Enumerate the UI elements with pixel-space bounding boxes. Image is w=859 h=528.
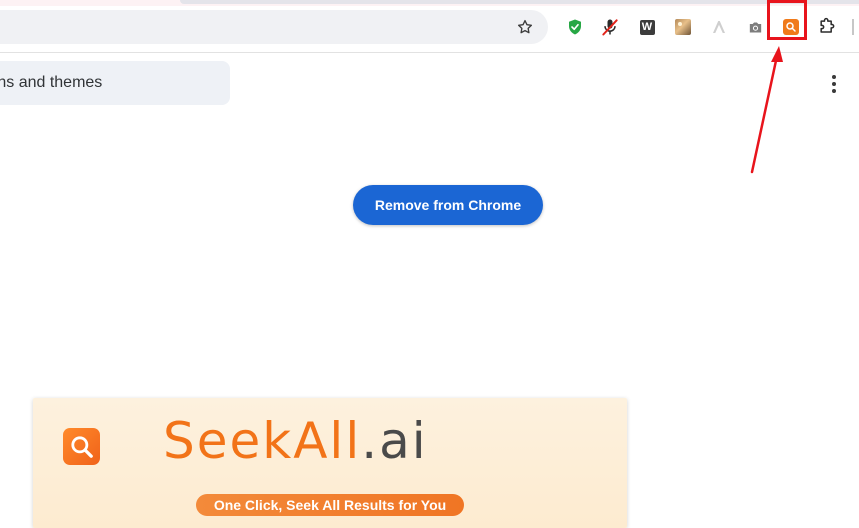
tab-strip bbox=[0, 0, 859, 6]
tab-edge bbox=[180, 0, 859, 4]
w-extension-icon[interactable]: W bbox=[637, 17, 657, 37]
more-options-icon[interactable] bbox=[824, 72, 844, 96]
browser-toolbar: W bbox=[0, 0, 859, 53]
toolbar-separator bbox=[852, 19, 854, 35]
seekall-brand-title: SeekAll.ai bbox=[163, 416, 428, 466]
camera-icon[interactable] bbox=[745, 17, 765, 37]
remove-from-chrome-button[interactable]: Remove from Chrome bbox=[353, 185, 543, 225]
seekall-promo-banner: SeekAll.ai One Click, Seek All Results f… bbox=[33, 398, 627, 528]
photo-extension-icon[interactable] bbox=[673, 17, 693, 37]
banner-slogan: One Click, Seek All Results for You bbox=[196, 494, 464, 516]
back-to-extensions-link[interactable]: nsions and themes bbox=[0, 61, 230, 105]
bookmark-star-icon[interactable] bbox=[514, 16, 536, 38]
address-bar[interactable] bbox=[0, 10, 548, 44]
seekall-logo-icon bbox=[63, 428, 100, 465]
annotation-highlight-box bbox=[767, 0, 807, 40]
w-extension-label: W bbox=[639, 19, 655, 35]
mic-off-icon[interactable] bbox=[600, 17, 620, 37]
brand-tld: .ai bbox=[361, 412, 428, 470]
puzzle-extensions-icon[interactable] bbox=[817, 17, 837, 37]
shield-check-icon[interactable] bbox=[565, 17, 585, 37]
brand-name: SeekAll bbox=[163, 412, 362, 470]
arrow-up-icon[interactable] bbox=[709, 17, 729, 37]
back-link-text: nsions and themes bbox=[0, 74, 103, 91]
